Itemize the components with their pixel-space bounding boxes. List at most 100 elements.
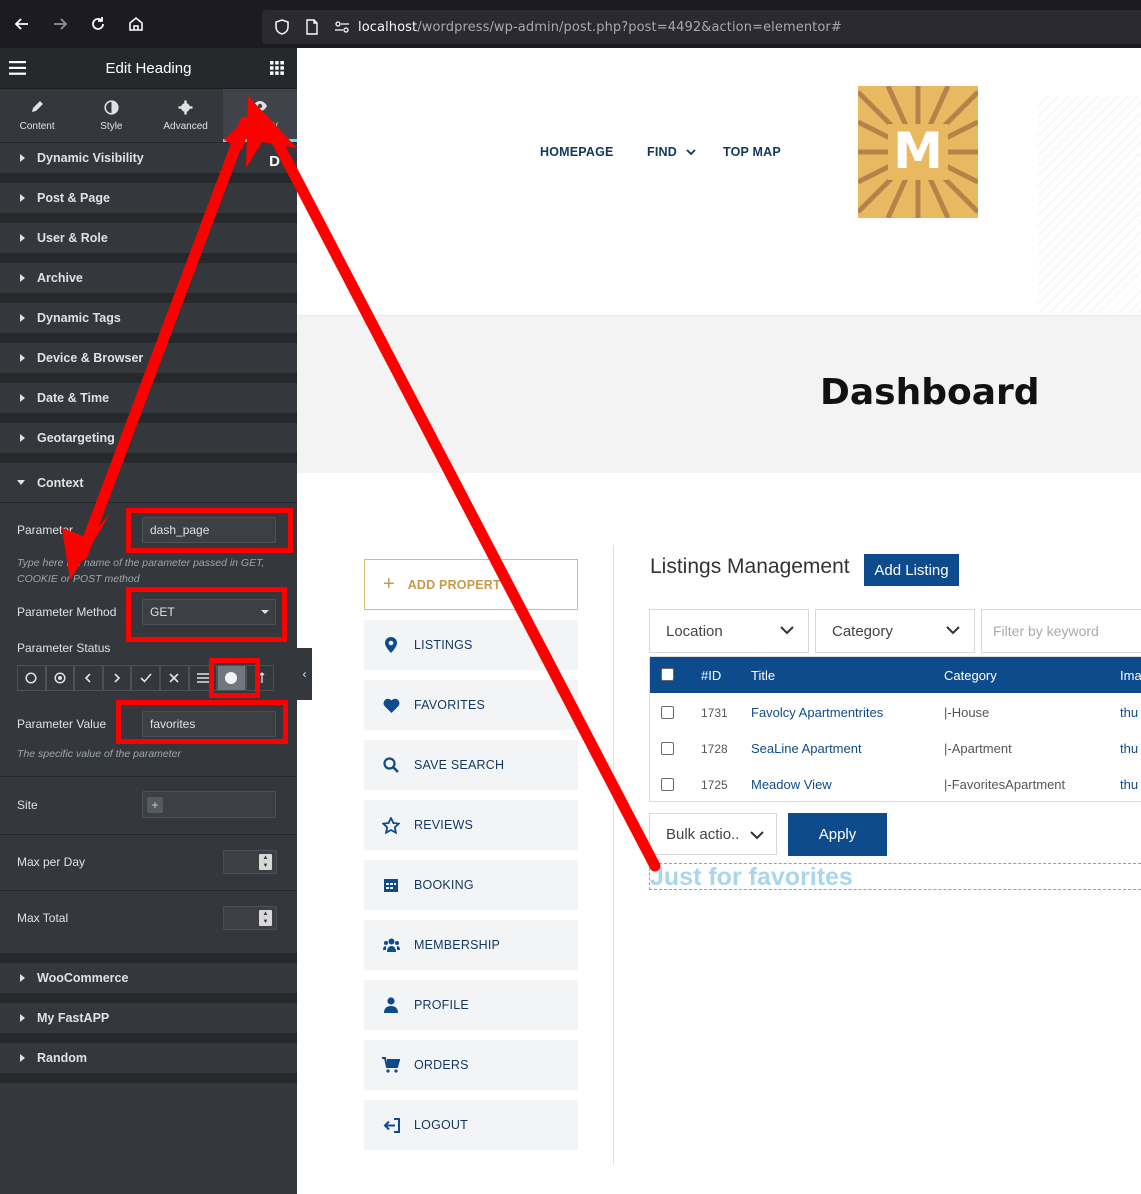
column-category[interactable]: Category <box>944 668 997 683</box>
section-archive[interactable]: Archive <box>0 263 297 303</box>
column-image[interactable]: Ima <box>1120 668 1141 683</box>
menu-profile[interactable]: PROFILE <box>364 980 578 1030</box>
section-woocommerce[interactable]: WooCommerce <box>0 963 297 1003</box>
section-device-browser[interactable]: Device & Browser <box>0 343 297 383</box>
status-chevron-left-icon[interactable] <box>74 665 103 691</box>
bulk-actions-select[interactable]: Bulk actio.. <box>649 813 777 855</box>
row-image-link[interactable]: thu <box>1120 705 1138 720</box>
back-icon[interactable] <box>4 6 40 42</box>
section-post-page[interactable]: Post & Page <box>0 183 297 223</box>
select-all-checkbox[interactable] <box>661 668 674 681</box>
row-checkbox[interactable] <box>661 778 674 791</box>
context-header[interactable]: Context <box>0 463 297 503</box>
permissions-icon[interactable] <box>334 19 350 35</box>
row-category: |-Apartment <box>944 741 1012 756</box>
menu-listings[interactable]: LISTINGS <box>364 620 578 670</box>
nav-homepage[interactable]: HOMEPAGE <box>540 145 614 159</box>
caret-right-icon <box>20 354 25 362</box>
tab-style[interactable]: Style <box>74 89 148 142</box>
page-icon[interactable] <box>304 19 320 35</box>
pencil-icon <box>30 99 44 115</box>
column-title[interactable]: Title <box>751 668 775 683</box>
menu-reviews[interactable]: REVIEWS <box>364 800 578 850</box>
search-icon <box>382 756 400 774</box>
section-user-role[interactable]: User & Role <box>0 223 297 263</box>
menu-booking[interactable]: BOOKING <box>364 860 578 910</box>
max-total-input[interactable]: ▲ ▼ <box>223 906 277 930</box>
status-chevron-right-icon[interactable] <box>102 665 132 691</box>
section-my-fastapp[interactable]: My FastAPP <box>0 1003 297 1043</box>
section-geotargeting[interactable]: Geotargeting <box>0 423 297 463</box>
row-title-link[interactable]: Meadow View <box>751 777 832 792</box>
site-selector[interactable]: + <box>142 791 276 818</box>
status-close-icon[interactable] <box>159 665 189 691</box>
section-label: User & Role <box>37 231 108 245</box>
status-circle-icon[interactable] <box>17 665 46 691</box>
reload-icon[interactable] <box>80 6 116 42</box>
annotation-box-status <box>209 658 260 698</box>
menu-logout[interactable]: LOGOUT <box>364 1100 578 1150</box>
listings-title: Listings Management <box>650 555 850 578</box>
parameter-hint: Type here the name of the parameter pass… <box>17 557 265 585</box>
section-date-time[interactable]: Date & Time <box>0 383 297 423</box>
tab-content-label: Content <box>19 121 55 132</box>
status-check-icon[interactable] <box>131 665 160 691</box>
divider <box>0 776 297 777</box>
parameter-status-label: Parameter Status <box>17 641 111 655</box>
row-checkbox[interactable] <box>661 706 674 719</box>
caret-right-icon <box>20 314 25 322</box>
max-per-day-input[interactable]: ▲ ▼ <box>223 850 277 874</box>
site-logo[interactable]: M <box>858 86 978 218</box>
row-category: |-House <box>944 705 990 720</box>
caret-right-icon <box>20 974 25 982</box>
tab-visibility[interactable]: Visibility <box>222 89 297 142</box>
spinner-arrows-icon[interactable]: ▲ ▼ <box>259 910 272 926</box>
tab-content[interactable]: Content <box>0 89 74 142</box>
forward-icon[interactable] <box>42 6 78 42</box>
section-label: Device & Browser <box>37 351 144 365</box>
menu-membership[interactable]: MEMBERSHIP <box>364 920 578 970</box>
row-checkbox[interactable] <box>661 742 674 755</box>
menu-save-search[interactable]: SAVE SEARCH <box>364 740 578 790</box>
eye-icon <box>252 98 268 114</box>
section-dynamic-tags[interactable]: Dynamic Tags <box>0 303 297 343</box>
caret-right-icon <box>20 394 25 402</box>
caret-right-icon <box>20 1054 25 1062</box>
nav-find[interactable]: FIND <box>647 145 696 159</box>
nav-top-map[interactable]: TOP MAP <box>723 145 781 159</box>
tab-advanced[interactable]: Advanced <box>149 89 223 142</box>
divider <box>0 834 297 835</box>
category-select[interactable]: Category <box>815 609 975 653</box>
url-path: /wordpress/wp-admin/post.php?post=4492&a… <box>417 19 842 35</box>
favorites-heading-widget[interactable]: Just for favorites <box>649 863 1141 891</box>
nav-find-label: FIND <box>647 145 677 159</box>
shield-icon[interactable] <box>274 19 290 35</box>
section-dynamic-visibility[interactable]: Dynamic Visibility D <box>0 143 297 183</box>
max-total-label: Max Total <box>17 911 69 925</box>
add-property-button[interactable]: + ADD PROPERTY <box>364 559 578 610</box>
spinner-arrows-icon[interactable]: ▲ ▼ <box>259 854 272 870</box>
menu-orders[interactable]: ORDERS <box>364 1040 578 1090</box>
row-title-link[interactable]: Favolcy Apartmentrites <box>751 705 883 720</box>
add-listing-button[interactable]: Add Listing <box>864 554 959 586</box>
map-pin-icon <box>382 636 400 654</box>
section-label: Date & Time <box>37 391 110 405</box>
address-bar[interactable]: localhost/wordpress/wp-admin/post.php?po… <box>262 10 1141 44</box>
add-site-button[interactable]: + <box>147 796 163 813</box>
location-select[interactable]: Location <box>649 609 809 653</box>
section-random[interactable]: Random <box>0 1043 297 1083</box>
status-dot-circle-icon[interactable] <box>45 665 75 691</box>
keyword-filter-input[interactable]: Filter by keyword <box>981 609 1141 653</box>
menu-favorites[interactable]: FAVORITES <box>364 680 578 730</box>
url-text[interactable]: localhost/wordpress/wp-admin/post.php?po… <box>358 20 842 35</box>
row-image-link[interactable]: thu <box>1120 777 1138 792</box>
apply-button[interactable]: Apply <box>788 813 887 856</box>
column-id[interactable]: #ID <box>701 668 721 683</box>
row-image-link[interactable]: thu <box>1120 741 1138 756</box>
collapse-panel-button[interactable]: ‹ <box>297 648 312 700</box>
row-id: 1728 <box>701 742 728 756</box>
hamburger-icon[interactable] <box>9 61 26 80</box>
widgets-grid-icon[interactable] <box>270 61 284 80</box>
home-icon[interactable] <box>118 6 154 42</box>
row-title-link[interactable]: SeaLine Apartment <box>751 741 862 756</box>
